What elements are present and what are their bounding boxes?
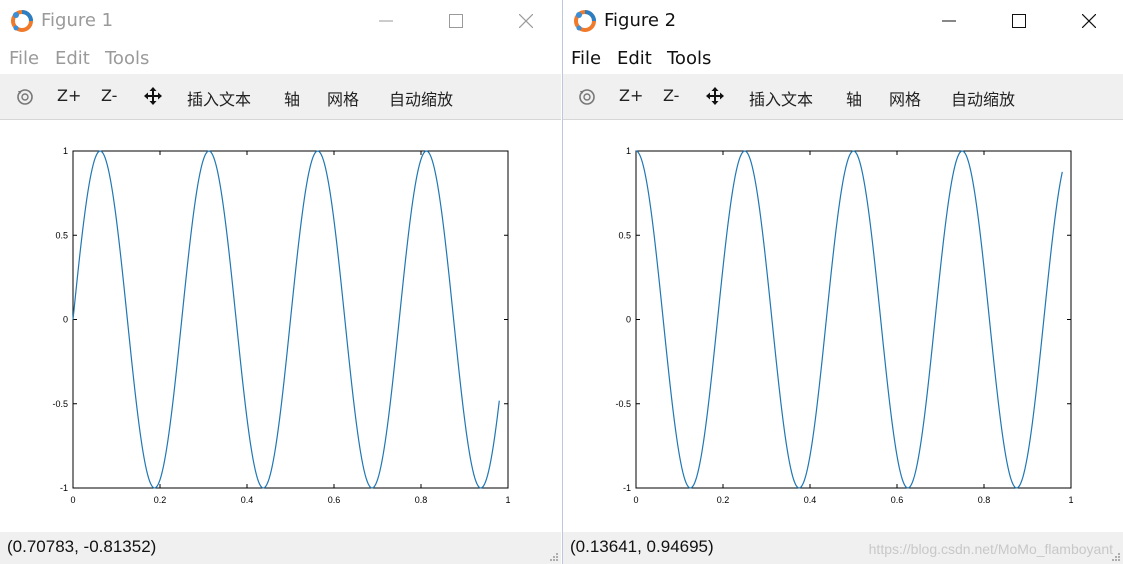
menu-tools[interactable]: Tools — [105, 48, 149, 69]
grid-button[interactable]: 网格 — [327, 86, 359, 110]
figure-toolbar: Z+ Z- 插入文本 轴 网格 自动缩放 — [0, 74, 561, 120]
x-tick-label: 0 — [633, 495, 638, 505]
watermark-text: https://blog.csdn.net/MoMo_flamboyant — [868, 541, 1113, 557]
y-tick-label: 0 — [63, 315, 68, 325]
y-tick-label: 0 — [626, 315, 631, 325]
cursor-coordinates: (0.13641, 0.94695) — [570, 537, 714, 556]
x-tick-label: 1 — [505, 495, 510, 505]
series-line — [72, 150, 500, 489]
figure-2-window[interactable]: Figure 2 File Edit Tools Z+ Z- 插入文本 轴 网格… — [562, 0, 1123, 564]
figure-1-window[interactable]: Figure 1 File Edit Tools Z+ Z- 插入文本 轴 网格… — [0, 0, 561, 564]
minimize-button[interactable] — [926, 6, 972, 36]
title-bar[interactable]: Figure 2 — [563, 0, 1123, 42]
pan-icon[interactable] — [706, 87, 724, 109]
autoscale-button[interactable]: 自动缩放 — [389, 86, 453, 110]
rotate-icon[interactable] — [577, 87, 597, 111]
minimize-icon — [379, 20, 393, 22]
minimize-icon — [942, 20, 956, 22]
close-icon — [1082, 14, 1096, 28]
resize-grip-icon[interactable] — [549, 552, 559, 562]
maximize-icon — [449, 14, 463, 28]
menu-edit[interactable]: Edit — [55, 48, 90, 69]
zoom-out-button[interactable]: Z- — [101, 86, 117, 105]
title-bar[interactable]: Figure 1 — [0, 0, 561, 42]
axes-button[interactable]: 轴 — [284, 86, 300, 110]
y-tick-label: -1 — [623, 483, 631, 493]
window-title: Figure 1 — [41, 10, 114, 31]
menu-bar: File Edit Tools — [0, 44, 561, 74]
x-tick-label: 0.4 — [804, 495, 817, 505]
menu-bar: File Edit Tools — [563, 44, 1123, 74]
maximize-button[interactable] — [996, 6, 1042, 36]
y-tick-label: -0.5 — [615, 399, 631, 409]
x-tick-label: 0 — [70, 495, 75, 505]
y-tick-label: -1 — [60, 483, 68, 493]
y-tick-label: 1 — [626, 146, 631, 156]
menu-edit[interactable]: Edit — [617, 48, 652, 69]
autoscale-button[interactable]: 自动缩放 — [951, 86, 1015, 110]
figure-toolbar: Z+ Z- 插入文本 轴 网格 自动缩放 — [563, 74, 1123, 120]
maximize-icon — [1012, 14, 1026, 28]
x-tick-label: 0.2 — [717, 495, 730, 505]
resize-grip-icon[interactable] — [1111, 552, 1121, 562]
pan-icon[interactable] — [144, 87, 162, 109]
close-icon — [519, 14, 533, 28]
insert-text-button[interactable]: 插入文本 — [187, 86, 251, 110]
y-tick-label: 1 — [63, 146, 68, 156]
plot-axes[interactable]: 0 0.2 0.4 0.6 0.8 1 1 0.5 0 -0.5 -1 — [0, 121, 561, 531]
y-tick-label: -0.5 — [52, 399, 68, 409]
x-tick-label: 0.8 — [978, 495, 991, 505]
status-bar: (0.70783, -0.81352) — [0, 532, 561, 564]
octave-logo-icon — [10, 9, 34, 33]
series-line — [635, 150, 1063, 489]
cursor-coordinates: (0.70783, -0.81352) — [7, 537, 157, 556]
window-title: Figure 2 — [604, 10, 677, 31]
status-bar: (0.13641, 0.94695) https://blog.csdn.net… — [563, 532, 1123, 564]
minimize-button[interactable] — [363, 6, 409, 36]
zoom-in-button[interactable]: Z+ — [57, 86, 81, 105]
octave-logo-icon — [573, 9, 597, 33]
plot-axes[interactable]: 0 0.2 0.4 0.6 0.8 1 1 0.5 0 -0.5 -1 — [563, 121, 1123, 531]
close-button[interactable] — [503, 6, 549, 36]
maximize-button[interactable] — [433, 6, 479, 36]
rotate-icon[interactable] — [15, 87, 35, 111]
menu-file[interactable]: File — [9, 48, 39, 69]
insert-text-button[interactable]: 插入文本 — [749, 86, 813, 110]
x-tick-label: 0.4 — [241, 495, 254, 505]
menu-file[interactable]: File — [571, 48, 601, 69]
x-tick-label: 1 — [1068, 495, 1073, 505]
axes-button[interactable]: 轴 — [846, 86, 862, 110]
grid-button[interactable]: 网格 — [889, 86, 921, 110]
x-tick-label: 0.6 — [891, 495, 904, 505]
x-tick-label: 0.6 — [328, 495, 341, 505]
close-button[interactable] — [1066, 6, 1112, 36]
x-tick-label: 0.2 — [154, 495, 167, 505]
y-tick-label: 0.5 — [55, 230, 68, 240]
zoom-out-button[interactable]: Z- — [663, 86, 679, 105]
menu-tools[interactable]: Tools — [667, 48, 711, 69]
y-tick-label: 0.5 — [618, 230, 631, 240]
zoom-in-button[interactable]: Z+ — [619, 86, 643, 105]
x-tick-label: 0.8 — [415, 495, 428, 505]
axes-box — [635, 150, 1072, 489]
